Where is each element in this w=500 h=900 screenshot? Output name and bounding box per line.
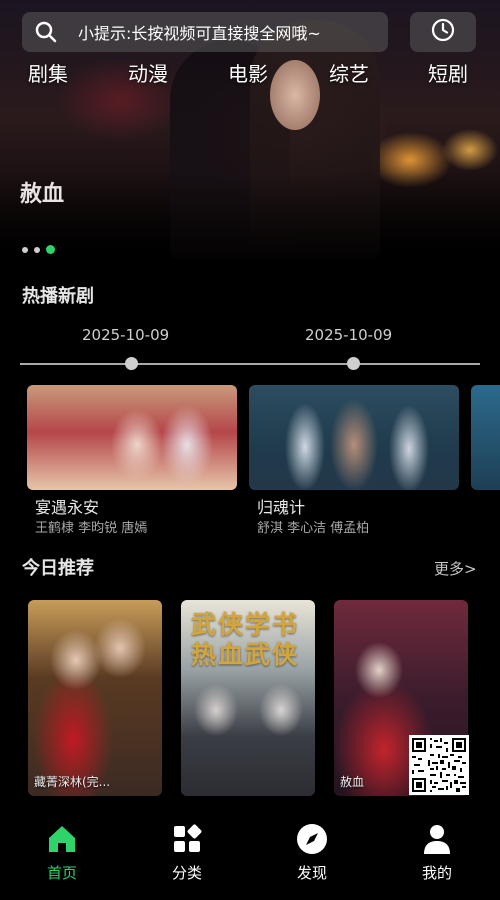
tab-short-drama[interactable]: 短剧	[428, 58, 468, 87]
timeline-node	[125, 357, 138, 370]
timeline-date: 2025-10-09	[305, 326, 393, 344]
home-icon	[45, 822, 79, 856]
hero-banner[interactable]: 小提示:长按视频可直接搜全网哦~ 剧集 动漫 电影 综艺 短剧 赦血	[0, 0, 500, 262]
hot-series-card[interactable]	[249, 385, 459, 490]
timeline-date: 2025-10-09	[82, 326, 170, 344]
search-icon	[34, 20, 58, 44]
poster-caption: 赦血	[340, 775, 365, 789]
poster-caption: 藏菁深林(完...	[34, 775, 111, 789]
recommend-poster[interactable]: 藏菁深林(完...	[28, 600, 162, 796]
nav-label: 我的	[421, 864, 452, 882]
nav-label: 发现	[296, 864, 327, 882]
search-placeholder: 小提示:长按视频可直接搜全网哦~	[78, 24, 321, 43]
compass-icon	[295, 822, 329, 856]
search-bar[interactable]: 小提示:长按视频可直接搜全网哦~	[22, 12, 388, 52]
recommend-poster[interactable]: 武侠学书 热血武侠	[181, 600, 315, 796]
nav-category[interactable]: 分类	[142, 822, 232, 883]
carousel-indicator	[22, 245, 55, 254]
poster-headline: 武侠学书 热血武侠	[191, 610, 300, 669]
hot-section-title: 热播新剧	[22, 286, 94, 307]
tab-anime[interactable]: 动漫	[128, 58, 168, 87]
category-tabs: 剧集 动漫 电影 综艺 短剧	[0, 58, 500, 94]
tab-variety[interactable]: 综艺	[329, 58, 369, 87]
user-icon	[420, 822, 454, 856]
hero-title: 赦血	[20, 182, 65, 207]
nav-discover[interactable]: 发现	[267, 822, 357, 883]
timeline-line	[20, 363, 480, 365]
category-icon	[170, 822, 204, 856]
hero-fade	[0, 172, 500, 262]
more-link[interactable]: 更多>	[434, 558, 477, 579]
tab-series[interactable]: 剧集	[28, 58, 68, 87]
carousel-dot[interactable]	[22, 246, 28, 253]
nav-label: 分类	[171, 864, 202, 882]
carousel-dot[interactable]	[34, 246, 40, 253]
nav-label: 首页	[46, 864, 77, 882]
recommend-section-title: 今日推荐	[22, 558, 94, 579]
qr-code[interactable]	[409, 735, 469, 795]
history-button[interactable]	[410, 12, 476, 52]
hot-series-card[interactable]	[27, 385, 237, 490]
hot-series-cast: 舒淇 李心洁 傅孟柏	[257, 521, 370, 536]
hot-series-name[interactable]: 归魂计	[257, 494, 305, 518]
tab-movie[interactable]: 电影	[228, 58, 268, 87]
nav-home[interactable]: 首页	[17, 822, 107, 883]
hot-series-cast: 王鹤棣 李昀锐 唐嫣	[35, 521, 148, 536]
clock-icon	[430, 17, 456, 47]
hot-series-card-partial[interactable]	[471, 385, 500, 490]
hot-series-name[interactable]: 宴遇永安	[35, 494, 99, 518]
timeline-node	[347, 357, 360, 370]
nav-profile[interactable]: 我的	[392, 822, 482, 883]
carousel-dot-active[interactable]	[46, 245, 55, 254]
bottom-nav: 首页 分类 发现 我的	[0, 808, 500, 900]
